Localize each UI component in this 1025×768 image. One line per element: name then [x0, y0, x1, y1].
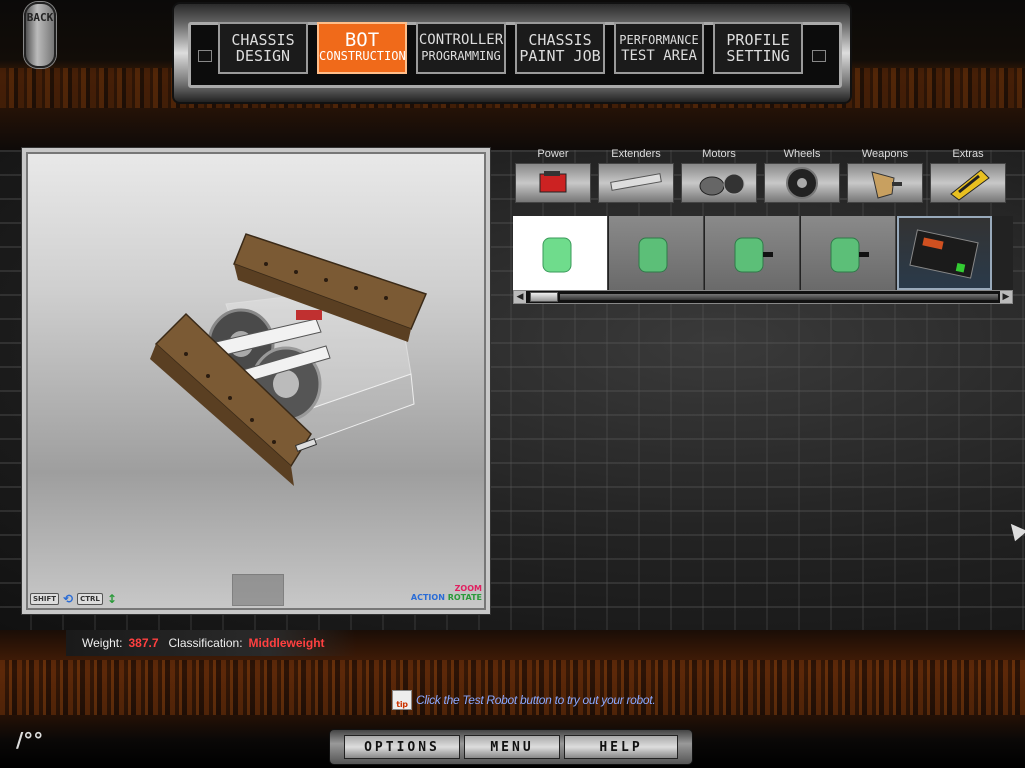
green-battery-icon: [734, 237, 773, 273]
classification-label: Classification:: [168, 636, 243, 650]
weight-value: 387.7: [128, 636, 159, 650]
part-item[interactable]: [801, 216, 896, 290]
tip-icon: tip: [392, 690, 412, 710]
green-battery-icon: [542, 237, 572, 273]
back-button-label: BACK: [26, 11, 54, 24]
mouse-controls-hint: ZOOM ACTION ROTATE: [411, 584, 482, 602]
classification-value: Middleweight: [248, 636, 325, 650]
back-button[interactable]: BACK: [24, 2, 56, 68]
part-item[interactable]: [897, 216, 992, 290]
zoom-label: ZOOM: [454, 584, 482, 593]
parts-list: [513, 216, 1013, 290]
tab-chassis-paint-job[interactable]: CHASSIS PAINT JOB: [515, 22, 605, 74]
weapon-icon: [847, 163, 923, 203]
wheel-icon: [764, 163, 840, 203]
action-label: ACTION: [410, 593, 445, 602]
battery-icon: [515, 163, 591, 203]
menu-button[interactable]: MENU: [464, 735, 560, 759]
view-controls-hint: SHIFT ⟲ CTRL ↕: [30, 592, 117, 606]
motor-icon: [681, 163, 757, 203]
category-power[interactable]: Power: [513, 148, 593, 208]
scroll-left-arrow-icon[interactable]: ◀: [514, 291, 526, 303]
tip-message: tip Click the Test Robot button to try o…: [392, 690, 656, 710]
category-motors[interactable]: Motors: [679, 148, 759, 208]
tip-text: Click the Test Robot button to try out y…: [416, 693, 656, 707]
rotate-label: ROTATE: [447, 593, 482, 602]
robot-model[interactable]: [146, 224, 446, 504]
scroll-thumb[interactable]: [530, 292, 558, 302]
category-wheels[interactable]: Wheels: [762, 148, 842, 208]
game-logo-icon: /°°: [16, 728, 44, 752]
shift-key: SHIFT: [30, 593, 60, 605]
bolt-icon: [812, 50, 826, 62]
tab-chassis-design[interactable]: CHASSIS DESIGN: [218, 22, 308, 74]
move-icon: ↕: [106, 592, 117, 606]
tab-controller-programming[interactable]: CONTROLLER PROGRAMMING: [416, 22, 506, 74]
scroll-right-arrow-icon[interactable]: ▶: [1000, 291, 1012, 303]
ctrl-key: CTRL: [77, 593, 103, 605]
help-button[interactable]: HELP: [564, 735, 678, 759]
robot-3d-viewport[interactable]: SHIFT ⟲ CTRL ↕ ZOOM ACTION ROTATE: [22, 148, 490, 614]
extras-icon: [930, 163, 1006, 203]
category-weapons[interactable]: Weapons: [845, 148, 925, 208]
part-categories: Power Extenders Motors Wheels Weapons Ex…: [513, 148, 1013, 208]
black-battery-pack-icon: [909, 229, 979, 279]
bolt-icon: [198, 50, 212, 62]
part-item[interactable]: [609, 216, 704, 290]
part-item[interactable]: [705, 216, 800, 290]
category-extras[interactable]: Extras: [928, 148, 1008, 208]
part-item[interactable]: [513, 216, 608, 290]
tab-profile-setting[interactable]: PROFILE SETTING: [713, 22, 803, 74]
parts-scrollbar[interactable]: ◀ ▶: [513, 290, 1013, 304]
selected-part-thumbnail: [232, 574, 284, 606]
tab-bot-construction[interactable]: BOT CONSTRUCTION: [317, 22, 407, 74]
tab-performance-test-area[interactable]: PERFORMANCE TEST AREA: [614, 22, 704, 74]
green-battery-icon: [830, 237, 869, 273]
extender-bar-icon: [598, 163, 674, 203]
category-extenders[interactable]: Extenders: [596, 148, 676, 208]
green-battery-icon: [638, 237, 668, 273]
rotate-icon: ⟲: [63, 592, 74, 606]
weight-label: Weight:: [82, 636, 123, 650]
options-button[interactable]: OPTIONS: [344, 735, 460, 759]
robot-stats-bar: Weight: 387.7 Classification: Middleweig…: [66, 630, 356, 656]
